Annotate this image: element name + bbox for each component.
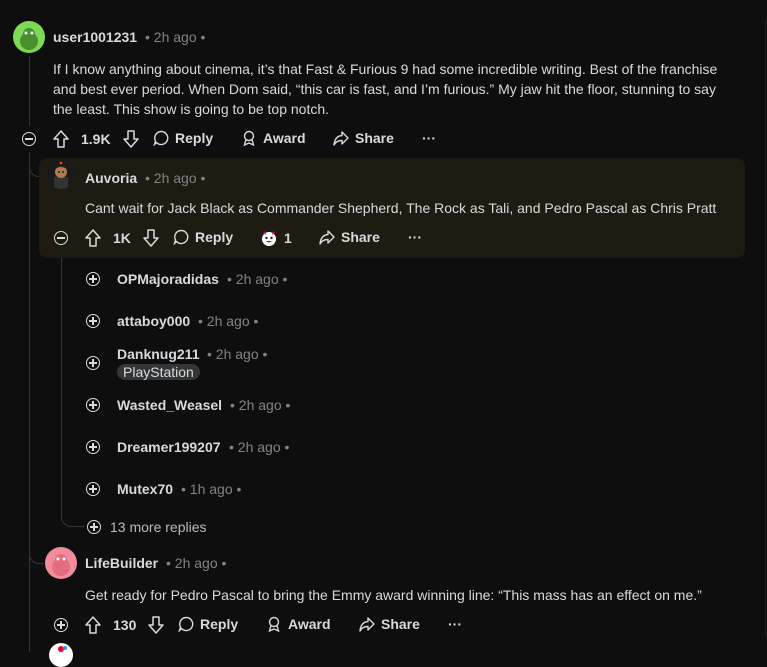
vote-group: 1K [85, 229, 159, 247]
username[interactable]: Dreamer199207 [117, 439, 221, 455]
more-options-icon: ··· [408, 229, 422, 245]
username[interactable]: Wasted_Weasel [117, 397, 222, 413]
wholesome-award-icon [262, 231, 276, 246]
elbow-more-replies [61, 510, 84, 527]
username[interactable]: Danknug211 [117, 346, 199, 362]
more-replies-link[interactable]: 13 more replies [110, 519, 207, 535]
more-options-button[interactable]: ··· [448, 616, 462, 632]
upvote-icon[interactable] [85, 229, 101, 247]
user-flair: PlayStation [117, 364, 200, 380]
username[interactable]: Mutex70 [117, 481, 173, 497]
comment-meta: • 2h ago • [229, 439, 290, 455]
award-icon [268, 616, 280, 632]
avatar[interactable] [13, 21, 45, 53]
comment-meta: • 2h ago • [207, 346, 268, 362]
award-count: 1 [284, 230, 292, 246]
share-icon [333, 131, 349, 146]
more-options-button[interactable]: ··· [408, 229, 422, 245]
award-icon [243, 130, 255, 146]
comment-meta: • 2h ago • [166, 555, 227, 571]
award-button[interactable]: Award [266, 616, 331, 632]
expand-button[interactable] [86, 356, 100, 370]
right-edge-line [765, 18, 766, 638]
elbow-lifebuilder [29, 545, 44, 564]
more-replies-icon[interactable] [87, 520, 101, 534]
more-options-button[interactable]: ··· [422, 130, 436, 146]
expand-button[interactable] [54, 618, 68, 632]
share-label: Share [341, 229, 380, 245]
comment-meta: • 1h ago • [181, 481, 242, 497]
reply-button[interactable]: Reply [178, 616, 238, 632]
award-label: Award [263, 130, 306, 146]
comment-icon [178, 616, 194, 632]
share-button[interactable]: Share [319, 229, 380, 245]
reply-label: Reply [175, 130, 214, 146]
award-button[interactable]: Award [241, 130, 306, 146]
award-label: Award [288, 616, 331, 632]
expand-button[interactable] [86, 440, 100, 454]
downvote-icon[interactable] [122, 130, 139, 148]
username[interactable]: LifeBuilder [85, 555, 158, 571]
share-icon [319, 230, 335, 245]
comment-icon [173, 229, 189, 245]
expand-button[interactable] [86, 398, 100, 412]
avatar[interactable] [49, 643, 73, 667]
reply-button[interactable]: Reply [173, 229, 233, 245]
reply-button[interactable]: Reply [153, 130, 213, 146]
collapse-button[interactable] [54, 231, 68, 245]
username[interactable]: OPMajoradidas [117, 271, 219, 287]
vote-count: 1.9K [81, 131, 111, 147]
vote-group: 1.9K [53, 130, 139, 148]
username[interactable]: user1001231 [53, 29, 137, 45]
expand-button[interactable] [86, 482, 100, 496]
reply-label: Reply [195, 229, 234, 245]
more-options-icon: ··· [422, 130, 436, 146]
comment-body: If I know anything about cinema, it’s th… [53, 61, 718, 117]
thread-line-auvoria [61, 248, 62, 520]
share-label: Share [381, 616, 420, 632]
comment-body: Get ready for Pedro Pascal to bring the … [85, 587, 702, 603]
more-options-icon: ··· [448, 616, 462, 632]
upvote-icon[interactable] [53, 130, 69, 148]
award-button[interactable]: 1 [260, 229, 292, 247]
comment-icon [153, 130, 169, 146]
expand-button[interactable] [86, 314, 100, 328]
comment-meta: • 2h ago • [198, 313, 259, 329]
upvote-icon[interactable] [85, 616, 101, 634]
vote-group: 130 [85, 616, 165, 634]
share-button[interactable]: Share [333, 130, 394, 146]
thread-line-top [29, 56, 30, 126]
avatar[interactable] [45, 547, 77, 579]
comment-meta: • 2h ago • [145, 170, 206, 186]
comment-meta: • 2h ago • [145, 29, 206, 45]
share-icon [359, 617, 375, 632]
reply-label: Reply [200, 616, 239, 632]
username[interactable]: Auvoria [85, 170, 137, 186]
share-button[interactable]: Share [359, 616, 420, 632]
share-label: Share [355, 130, 394, 146]
vote-count: 130 [113, 617, 137, 633]
downvote-icon[interactable] [143, 229, 159, 247]
collapse-button[interactable] [22, 132, 36, 146]
vote-count: 1K [113, 230, 131, 246]
username[interactable]: attaboy000 [117, 313, 190, 329]
avatar[interactable] [47, 161, 75, 189]
comment-body: Cant wait for Jack Black as Commander Sh… [85, 200, 717, 216]
comment-meta: • 2h ago • [227, 271, 288, 287]
expand-button[interactable] [86, 272, 100, 286]
downvote-icon[interactable] [148, 616, 165, 634]
thread-line-top-lower [29, 152, 30, 652]
comment-meta: • 2h ago • [230, 397, 291, 413]
